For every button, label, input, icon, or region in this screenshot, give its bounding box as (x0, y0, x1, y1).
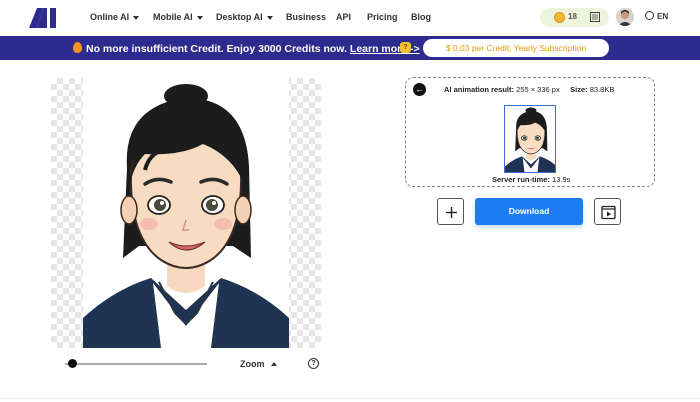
chevron-down-icon (266, 15, 273, 20)
credit-count: 18 (568, 12, 577, 21)
divider (0, 398, 700, 399)
nav-business[interactable]: Business (286, 12, 326, 22)
add-button[interactable] (437, 198, 464, 225)
image-preview[interactable] (51, 78, 321, 348)
play-window-icon (601, 205, 616, 220)
runtime-info: Server run-time: 13.9s (492, 175, 571, 184)
task-list-icon[interactable] (590, 12, 600, 22)
fire-icon (73, 42, 82, 53)
back-arrow-icon[interactable]: ← (413, 83, 426, 96)
chevron-up-icon[interactable] (271, 362, 277, 366)
plus-icon (446, 207, 457, 218)
result-thumbnail[interactable] (504, 105, 556, 173)
chevron-down-icon (196, 15, 203, 20)
cartoon-portrait (83, 78, 289, 348)
zoom-slider-handle[interactable] (68, 359, 77, 368)
user-avatar[interactable] (616, 8, 634, 26)
coin-icon (554, 12, 565, 23)
cartoon-portrait-thumbnail (505, 107, 555, 172)
nav-blog[interactable]: Blog (411, 12, 431, 22)
result-info: AI animation result: 255 × 336 px Size: … (444, 85, 615, 94)
top-navbar: Online AI Mobile AI Desktop AI Business … (0, 0, 700, 36)
credits-badge[interactable]: 18 (540, 8, 609, 27)
nav-pricing[interactable]: Pricing (367, 12, 398, 22)
subscription-pill[interactable]: $ 0.03 per Credit, Yearly Subscription (423, 39, 609, 57)
nav-api[interactable]: API (336, 12, 351, 22)
nav-online-ai[interactable]: Online AI (90, 12, 140, 22)
banner-text: No more insufficient Credit. Enjoy 3000 … (73, 42, 420, 55)
nav-desktop-ai[interactable]: Desktop AI (216, 12, 273, 22)
nav-mobile-ai[interactable]: Mobile AI (153, 12, 203, 22)
globe-icon (645, 11, 654, 20)
language-selector[interactable]: EN (645, 11, 668, 21)
help-icon[interactable]: ? (308, 358, 319, 369)
zoom-slider-track[interactable] (65, 363, 207, 365)
logo-icon[interactable] (29, 8, 59, 28)
chevron-down-icon (133, 15, 140, 20)
zoom-label[interactable]: Zoom (240, 359, 265, 369)
download-button[interactable]: Download (475, 198, 583, 225)
result-panel: ← AI animation result: 255 × 336 px Size… (405, 77, 655, 187)
preview-button[interactable] (594, 198, 621, 225)
question-badge-icon[interactable]: ? (400, 42, 411, 53)
